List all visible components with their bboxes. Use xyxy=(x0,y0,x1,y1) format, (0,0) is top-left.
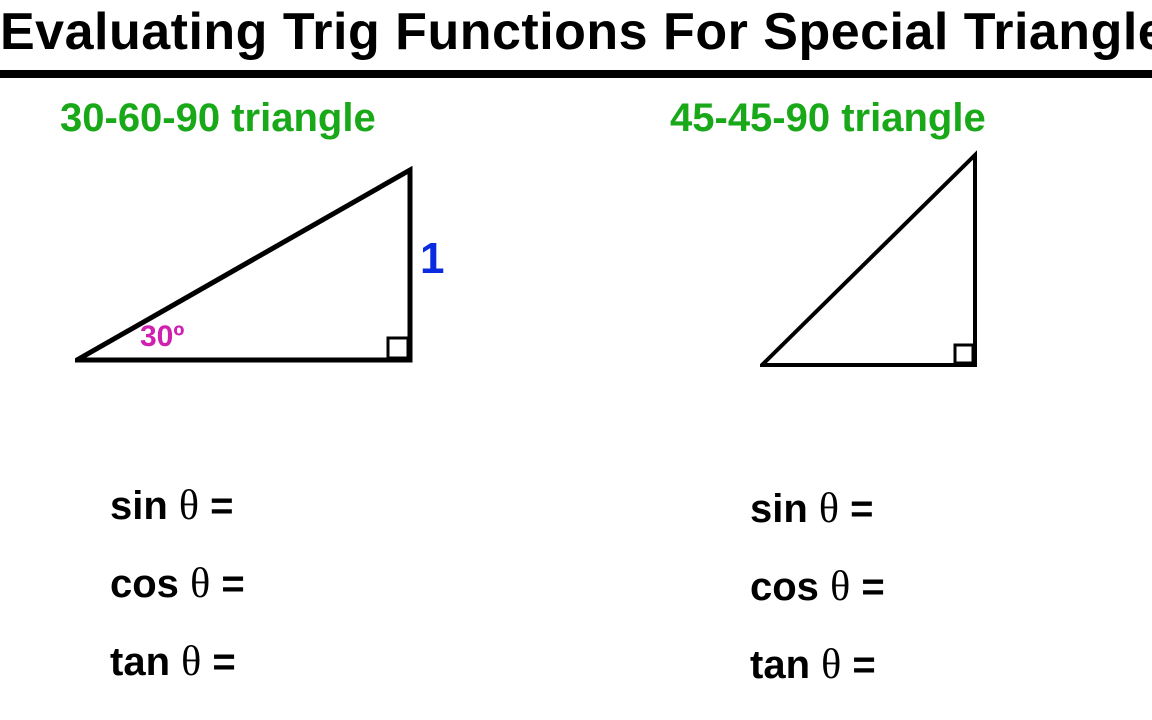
cos-label: cos xyxy=(110,562,179,606)
title-underline xyxy=(0,70,1152,78)
eq-cos-right: cos θ = xyxy=(750,566,885,608)
theta: θ xyxy=(821,642,841,688)
theta: θ xyxy=(179,483,199,529)
angle-label-30: 30º xyxy=(140,320,184,354)
slide: Evaluating Trig Functions For Special Tr… xyxy=(0,0,1152,720)
sin-label: sin xyxy=(750,487,808,531)
eq-tan-right: tan θ = xyxy=(750,644,885,686)
eq-cos-left: cos θ = xyxy=(110,563,245,605)
eq-sin-right: sin θ = xyxy=(750,488,885,530)
theta: θ xyxy=(830,564,850,610)
triangle-svg-left xyxy=(75,165,435,385)
equations-right: sin θ = cos θ = tan θ = xyxy=(750,488,885,720)
heading-30-60-90: 30-60-90 triangle xyxy=(60,96,376,141)
tan-label: tan xyxy=(750,643,810,687)
triangle-svg-right xyxy=(760,150,1000,385)
theta: θ xyxy=(190,561,210,607)
theta: θ xyxy=(819,486,839,532)
heading-45-45-90: 45-45-90 triangle xyxy=(670,96,986,141)
triangle-30-60-90 xyxy=(75,165,435,385)
equals: = xyxy=(850,487,873,531)
equations-left: sin θ = cos θ = tan θ = xyxy=(110,485,245,719)
page-title: Evaluating Trig Functions For Special Tr… xyxy=(0,2,1152,62)
equals: = xyxy=(210,484,233,528)
equals: = xyxy=(221,562,244,606)
eq-sin-left: sin θ = xyxy=(110,485,245,527)
eq-tan-left: tan θ = xyxy=(110,641,245,683)
equals: = xyxy=(212,640,235,684)
triangle-45-45-90 xyxy=(760,150,1000,385)
equals: = xyxy=(861,565,884,609)
side-label-1: 1 xyxy=(420,234,444,284)
tan-label: tan xyxy=(110,640,170,684)
sin-label: sin xyxy=(110,484,168,528)
theta: θ xyxy=(181,639,201,685)
equals: = xyxy=(852,643,875,687)
cos-label: cos xyxy=(750,565,819,609)
